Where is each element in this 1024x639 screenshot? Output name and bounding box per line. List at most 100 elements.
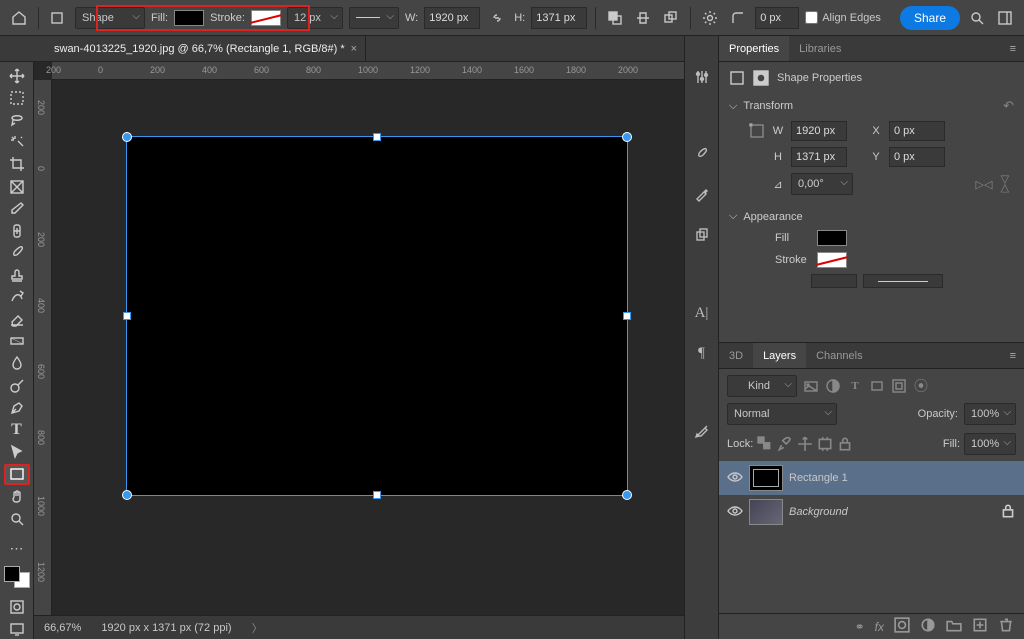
search-icon[interactable] — [966, 7, 988, 29]
group-icon[interactable] — [946, 617, 962, 636]
marquee-tool[interactable] — [4, 88, 30, 108]
layer-thumbnail[interactable] — [749, 465, 783, 491]
handle-mr[interactable] — [623, 312, 631, 320]
edit-toolbar-icon[interactable]: ⋯ — [4, 538, 30, 558]
path-arrange-icon[interactable] — [660, 7, 682, 29]
tab-channels[interactable]: Channels — [806, 343, 872, 368]
canvas-stage[interactable] — [52, 80, 684, 615]
type-tool[interactable]: T — [4, 420, 30, 440]
prop-width-input[interactable] — [791, 121, 847, 141]
crop-tool[interactable] — [4, 154, 30, 174]
zoom-tool[interactable] — [4, 509, 30, 529]
ruler-vertical[interactable]: 2000200400600800100012001400 — [34, 80, 52, 615]
handle-tc[interactable] — [373, 133, 381, 141]
tab-layers[interactable]: Layers — [753, 343, 806, 368]
eyedropper-tool[interactable] — [4, 199, 30, 219]
stroke-width-dropdown[interactable]: 12 px — [287, 7, 343, 29]
screenmode-icon[interactable] — [4, 619, 30, 639]
stroke-type-chip[interactable] — [863, 274, 943, 288]
height-input[interactable] — [531, 7, 587, 29]
mask-add-icon[interactable] — [894, 617, 910, 636]
prop-height-input[interactable] — [791, 147, 847, 167]
wand-tool[interactable] — [4, 132, 30, 152]
dodge-tool[interactable] — [4, 376, 30, 396]
adjustment-add-icon[interactable] — [920, 617, 936, 636]
tab-3d[interactable]: 3D — [719, 343, 753, 368]
link-layers-icon[interactable]: ⚭ — [855, 620, 865, 634]
tab-properties[interactable]: Properties — [719, 36, 789, 61]
close-tab-icon[interactable]: × — [351, 43, 357, 55]
hand-tool[interactable] — [4, 487, 30, 507]
filter-pixel-icon[interactable] — [803, 378, 819, 394]
fx-icon[interactable]: fx — [875, 620, 884, 634]
handle-bc[interactable] — [373, 491, 381, 499]
zoom-level[interactable]: 66,67% — [44, 622, 81, 634]
corner-radius-icon[interactable] — [727, 7, 749, 29]
link-wh-icon[interactable] — [486, 7, 508, 29]
eraser-tool[interactable] — [4, 309, 30, 329]
character-icon[interactable]: A| — [691, 302, 713, 324]
layer-name[interactable]: Rectangle 1 — [789, 472, 1016, 484]
stroke-width-chip[interactable] — [811, 274, 857, 288]
align-edges-checkbox[interactable]: Align Edges — [805, 11, 881, 24]
brushes-icon[interactable] — [691, 184, 713, 206]
clone-source-icon[interactable] — [691, 224, 713, 246]
stroke-swatch[interactable] — [251, 10, 281, 26]
tool-presets-icon[interactable] — [691, 420, 713, 442]
lasso-tool[interactable] — [4, 110, 30, 130]
filter-toggle-icon[interactable]: ⦿ — [913, 378, 929, 394]
layers-menu-icon[interactable]: ≡ — [1002, 350, 1024, 362]
lock-all-icon[interactable] — [837, 436, 853, 452]
layer-thumbnail[interactable] — [749, 499, 783, 525]
handle-tr[interactable] — [622, 132, 632, 142]
home-icon[interactable] — [8, 7, 30, 29]
path-align-icon[interactable] — [632, 7, 654, 29]
filter-kind-dropdown[interactable]: Kind — [727, 375, 797, 397]
rectangle-tool[interactable] — [4, 464, 30, 485]
filter-adjust-icon[interactable] — [825, 378, 841, 394]
ruler-horizontal[interactable]: 2000200400600800100012001400160018002000 — [52, 62, 684, 80]
new-layer-icon[interactable] — [972, 617, 988, 636]
layer-rectangle-1[interactable]: Rectangle 1 — [719, 461, 1024, 495]
fill-swatch[interactable] — [174, 10, 204, 26]
lock-icon[interactable] — [1000, 503, 1016, 522]
path-combine-icon[interactable] — [604, 7, 626, 29]
blend-mode-dropdown[interactable]: Normal — [727, 403, 837, 425]
stamp-tool[interactable] — [4, 265, 30, 285]
brush-settings-icon[interactable] — [691, 144, 713, 166]
prop-y-input[interactable] — [889, 147, 945, 167]
filter-type-icon[interactable]: T — [847, 378, 863, 394]
visibility-icon[interactable] — [727, 503, 743, 522]
appearance-stroke-swatch[interactable] — [817, 252, 847, 268]
reset-icon[interactable]: ↶ — [1003, 98, 1014, 114]
history-brush-tool[interactable] — [4, 287, 30, 307]
pen-tool[interactable] — [4, 398, 30, 418]
layer-background[interactable]: Background — [719, 495, 1024, 529]
bounds-icon[interactable] — [749, 123, 765, 139]
brush-tool[interactable] — [4, 243, 30, 263]
status-chevron[interactable]: 〉 — [252, 620, 263, 636]
tab-libraries[interactable]: Libraries — [789, 36, 851, 61]
doc-dimensions[interactable]: 1920 px x 1371 px (72 ppi) — [101, 622, 231, 634]
healing-tool[interactable] — [4, 221, 30, 241]
path-select-tool[interactable] — [4, 442, 30, 462]
lock-pixels-icon[interactable] — [777, 436, 793, 452]
appearance-fill-swatch[interactable] — [817, 230, 847, 246]
flip-v-icon[interactable]: ▷◁ — [998, 176, 1014, 192]
transform-section[interactable]: ⌵Transform↶ — [729, 94, 1014, 118]
lock-transparency-icon[interactable] — [757, 436, 773, 452]
filter-smart-icon[interactable] — [891, 378, 907, 394]
flip-h-icon[interactable]: ▷◁ — [976, 176, 992, 192]
stroke-style-dropdown[interactable] — [349, 7, 399, 29]
appearance-section[interactable]: ⌵Appearance — [729, 206, 1014, 227]
handle-bl[interactable] — [122, 490, 132, 500]
layer-name[interactable]: Background — [789, 506, 994, 518]
handle-tl[interactable] — [122, 132, 132, 142]
adjustments-icon[interactable] — [691, 66, 713, 88]
share-button[interactable]: Share — [900, 6, 960, 30]
document-tab[interactable]: swan-4013225_1920.jpg @ 66,7% (Rectangle… — [46, 36, 366, 61]
foreground-background-swatch[interactable] — [4, 566, 30, 588]
handle-ml[interactable] — [123, 312, 131, 320]
paragraph-icon[interactable]: ¶ — [691, 342, 713, 364]
opacity-input[interactable]: 100% — [964, 403, 1016, 425]
